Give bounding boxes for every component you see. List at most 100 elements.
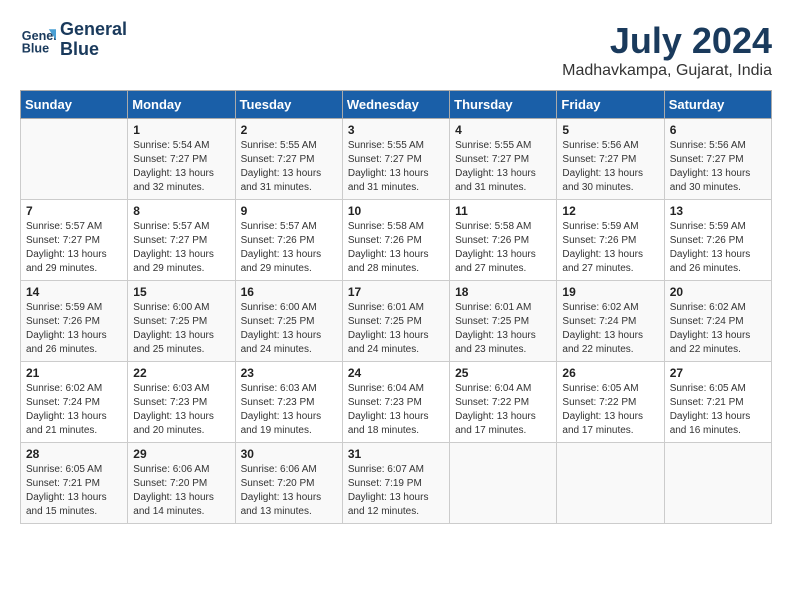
- day-number: 25: [455, 366, 551, 380]
- day-number: 12: [562, 204, 658, 218]
- day-number: 17: [348, 285, 444, 299]
- header-saturday: Saturday: [664, 91, 771, 119]
- cell-info: Sunrise: 5:55 AM Sunset: 7:27 PM Dayligh…: [455, 139, 551, 195]
- cell-info: Sunrise: 6:02 AM Sunset: 7:24 PM Dayligh…: [26, 382, 122, 438]
- week-row-2: 14 Sunrise: 5:59 AM Sunset: 7:26 PM Dayli…: [21, 281, 772, 362]
- calendar-cell: 6Sunrise: 5:56 AM Sunset: 7:27 PM Daylig…: [664, 119, 771, 200]
- day-number: 26: [562, 366, 658, 380]
- day-number: 4: [455, 123, 551, 137]
- cell-info: Sunrise: 6:04 AM Sunset: 7:22 PM Dayligh…: [455, 382, 551, 438]
- header-thursday: Thursday: [450, 91, 557, 119]
- cell-info: Sunrise: 5:56 AM Sunset: 7:27 PM Dayligh…: [562, 139, 658, 195]
- calendar-cell: 19Sunrise: 6:02 AM Sunset: 7:24 PM Dayli…: [557, 281, 664, 362]
- cell-info: Sunrise: 6:02 AM Sunset: 7:24 PM Dayligh…: [670, 301, 766, 357]
- calendar-cell: 23 Sunrise: 6:03 AM Sunset: 7:23 PM Dayli…: [235, 362, 342, 443]
- cell-info: Sunrise: 5:59 AM Sunset: 7:26 PM Dayligh…: [670, 220, 766, 276]
- day-number: 2: [241, 123, 337, 137]
- calendar-body: 1 Sunrise: 5:54 AM Sunset: 7:27 PM Daylig…: [21, 119, 772, 524]
- calendar-cell: [21, 119, 128, 200]
- cell-info: Sunrise: 5:55 AM Sunset: 7:27 PM Dayligh…: [241, 139, 337, 195]
- day-number: 10: [348, 204, 444, 218]
- day-number: 29: [133, 447, 229, 461]
- day-number: 19: [562, 285, 658, 299]
- cell-info: Sunrise: 6:03 AM Sunset: 7:23 PM Dayligh…: [133, 382, 229, 438]
- calendar-cell: 14 Sunrise: 5:59 AM Sunset: 7:26 PM Dayli…: [21, 281, 128, 362]
- day-number: 7: [26, 204, 122, 218]
- cell-info: Sunrise: 6:07 AM Sunset: 7:19 PM Dayligh…: [348, 463, 444, 519]
- title-area: July 2024 Madhavkampa, Gujarat, India: [562, 20, 772, 80]
- day-number: 21: [26, 366, 122, 380]
- day-number: 23: [241, 366, 337, 380]
- cell-info: Sunrise: 6:00 AM Sunset: 7:25 PM Dayligh…: [241, 301, 337, 357]
- day-number: 24: [348, 366, 444, 380]
- cell-info: Sunrise: 5:58 AM Sunset: 7:26 PM Dayligh…: [348, 220, 444, 276]
- calendar-cell: 5 Sunrise: 5:56 AM Sunset: 7:27 PM Daylig…: [557, 119, 664, 200]
- cell-info: Sunrise: 5:54 AM Sunset: 7:27 PM Dayligh…: [133, 139, 229, 195]
- cell-info: Sunrise: 6:04 AM Sunset: 7:23 PM Dayligh…: [348, 382, 444, 438]
- cell-info: Sunrise: 5:59 AM Sunset: 7:26 PM Dayligh…: [562, 220, 658, 276]
- day-number: 6: [670, 123, 766, 137]
- cell-info: Sunrise: 6:05 AM Sunset: 7:21 PM Dayligh…: [26, 463, 122, 519]
- day-number: 16: [241, 285, 337, 299]
- calendar-cell: 17Sunrise: 6:01 AM Sunset: 7:25 PM Dayli…: [342, 281, 449, 362]
- calendar-table: SundayMondayTuesdayWednesdayThursdayFrid…: [20, 90, 772, 524]
- calendar-cell: 16 Sunrise: 6:00 AM Sunset: 7:25 PM Dayli…: [235, 281, 342, 362]
- cell-info: Sunrise: 5:55 AM Sunset: 7:27 PM Dayligh…: [348, 139, 444, 195]
- calendar-cell: 7Sunrise: 5:57 AM Sunset: 7:27 PM Daylig…: [21, 200, 128, 281]
- logo: General Blue General Blue: [20, 20, 127, 60]
- cell-info: Sunrise: 6:00 AM Sunset: 7:25 PM Dayligh…: [133, 301, 229, 357]
- cell-info: Sunrise: 6:05 AM Sunset: 7:22 PM Dayligh…: [562, 382, 658, 438]
- week-row-1: 7 Sunrise: 5:57 AM Sunset: 7:27 PM Daylig…: [21, 200, 772, 281]
- header-monday: Monday: [128, 91, 235, 119]
- calendar-cell: 22 Sunrise: 6:03 AM Sunset: 7:23 PM Dayli…: [128, 362, 235, 443]
- day-number: 28: [26, 447, 122, 461]
- location: Madhavkampa, Gujarat, India: [562, 62, 772, 80]
- day-number: 3: [348, 123, 444, 137]
- calendar-cell: 24 Sunrise: 6:04 AM Sunset: 7:23 PM Dayli…: [342, 362, 449, 443]
- calendar-cell: 2 Sunrise: 5:55 AM Sunset: 7:27 PM Daylig…: [235, 119, 342, 200]
- cell-info: Sunrise: 6:01 AM Sunset: 7:25 PM Dayligh…: [455, 301, 551, 357]
- calendar-cell: 28 Sunrise: 6:05 AM Sunset: 7:21 PM Dayli…: [21, 443, 128, 524]
- calendar-cell: 26 Sunrise: 6:05 AM Sunset: 7:22 PM Dayli…: [557, 362, 664, 443]
- day-number: 27: [670, 366, 766, 380]
- calendar-cell: 10 Sunrise: 5:58 AM Sunset: 7:26 PM Dayli…: [342, 200, 449, 281]
- day-number: 5: [562, 123, 658, 137]
- week-row-4: 28 Sunrise: 6:05 AM Sunset: 7:21 PM Dayli…: [21, 443, 772, 524]
- day-number: 14: [26, 285, 122, 299]
- logo-icon: General Blue: [20, 22, 56, 58]
- day-number: 18: [455, 285, 551, 299]
- cell-info: Sunrise: 6:06 AM Sunset: 7:20 PM Dayligh…: [241, 463, 337, 519]
- day-number: 22: [133, 366, 229, 380]
- day-number: 11: [455, 204, 551, 218]
- day-number: 31: [348, 447, 444, 461]
- calendar-cell: 1 Sunrise: 5:54 AM Sunset: 7:27 PM Daylig…: [128, 119, 235, 200]
- cell-info: Sunrise: 5:59 AM Sunset: 7:26 PM Dayligh…: [26, 301, 122, 357]
- calendar-cell: 3 Sunrise: 5:55 AM Sunset: 7:27 PM Daylig…: [342, 119, 449, 200]
- calendar-cell: [664, 443, 771, 524]
- logo-text-line2: Blue: [60, 40, 127, 60]
- cell-info: Sunrise: 6:03 AM Sunset: 7:23 PM Dayligh…: [241, 382, 337, 438]
- month-title: July 2024: [562, 20, 772, 62]
- calendar-cell: 13 Sunrise: 5:59 AM Sunset: 7:26 PM Dayli…: [664, 200, 771, 281]
- day-number: 9: [241, 204, 337, 218]
- calendar-cell: 25 Sunrise: 6:04 AM Sunset: 7:22 PM Dayli…: [450, 362, 557, 443]
- week-row-0: 1 Sunrise: 5:54 AM Sunset: 7:27 PM Daylig…: [21, 119, 772, 200]
- day-number: 8: [133, 204, 229, 218]
- cell-info: Sunrise: 5:58 AM Sunset: 7:26 PM Dayligh…: [455, 220, 551, 276]
- calendar-header-row: SundayMondayTuesdayWednesdayThursdayFrid…: [21, 91, 772, 119]
- calendar-cell: 31 Sunrise: 6:07 AM Sunset: 7:19 PM Dayli…: [342, 443, 449, 524]
- calendar-cell: 12 Sunrise: 5:59 AM Sunset: 7:26 PM Dayli…: [557, 200, 664, 281]
- calendar-cell: 18 Sunrise: 6:01 AM Sunset: 7:25 PM Dayli…: [450, 281, 557, 362]
- cell-info: Sunrise: 5:57 AM Sunset: 7:26 PM Dayligh…: [241, 220, 337, 276]
- day-number: 15: [133, 285, 229, 299]
- header-tuesday: Tuesday: [235, 91, 342, 119]
- day-number: 1: [133, 123, 229, 137]
- day-number: 13: [670, 204, 766, 218]
- calendar-cell: 15 Sunrise: 6:00 AM Sunset: 7:25 PM Dayli…: [128, 281, 235, 362]
- calendar-cell: 29Sunrise: 6:06 AM Sunset: 7:20 PM Dayli…: [128, 443, 235, 524]
- day-number: 30: [241, 447, 337, 461]
- cell-info: Sunrise: 5:57 AM Sunset: 7:27 PM Dayligh…: [133, 220, 229, 276]
- calendar-cell: 27Sunrise: 6:05 AM Sunset: 7:21 PM Dayli…: [664, 362, 771, 443]
- header-wednesday: Wednesday: [342, 91, 449, 119]
- week-row-3: 21 Sunrise: 6:02 AM Sunset: 7:24 PM Dayli…: [21, 362, 772, 443]
